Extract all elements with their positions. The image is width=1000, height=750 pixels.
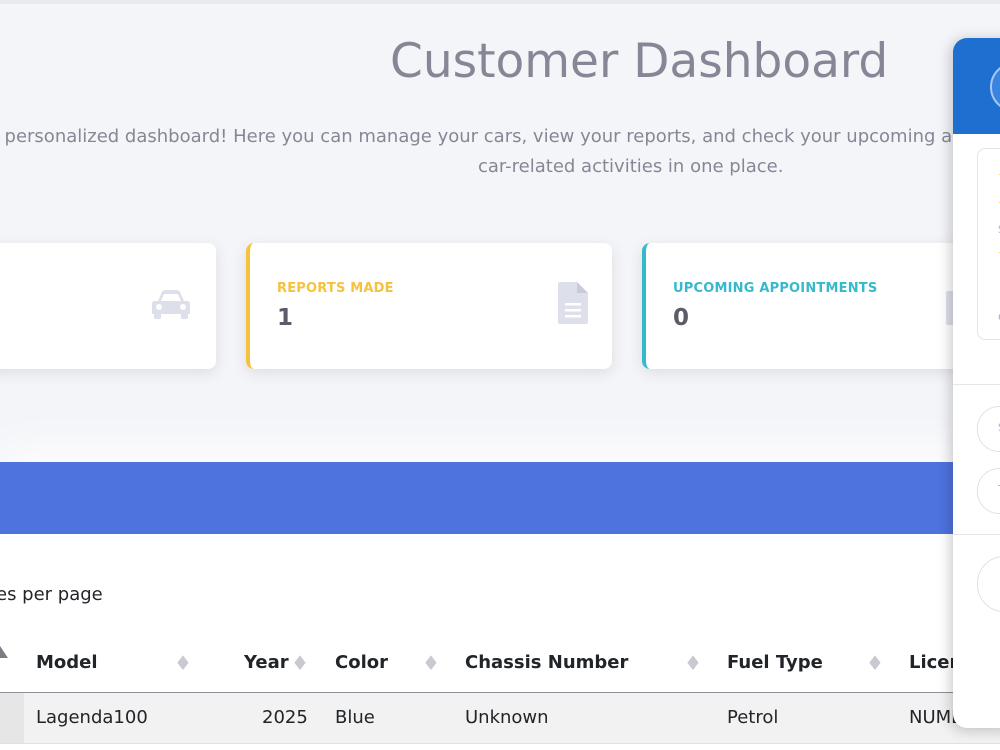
sort-icon[interactable]: ♦ bbox=[174, 653, 192, 673]
dashboard-page: Customer Dashboard ur personalized dashb… bbox=[0, 0, 1000, 750]
column-header-color[interactable]: Color bbox=[335, 652, 388, 673]
cell-year: 2025 bbox=[262, 707, 308, 728]
widget-divider bbox=[953, 534, 1000, 535]
avatar bbox=[990, 62, 1000, 112]
sort-icon[interactable]: ♦ bbox=[291, 653, 309, 673]
reports-card-value: 1 bbox=[277, 305, 294, 331]
row-select-cell[interactable] bbox=[0, 693, 24, 743]
appointments-card: UPCOMING APPOINTMENTS 0 bbox=[642, 243, 982, 369]
page-subtitle-line1: ur personalized dashboard! Here you can … bbox=[0, 126, 960, 147]
cell-fuel-type: Petrol bbox=[727, 707, 779, 728]
subtitle-line1-text: ur personalized dashboard! Here you can … bbox=[0, 126, 960, 147]
chat-message-card: ★ ★ S ★ O bbox=[977, 148, 1000, 340]
appointments-card-label: UPCOMING APPOINTMENTS bbox=[673, 281, 878, 296]
sort-icon[interactable]: ♦ bbox=[422, 653, 440, 673]
column-header-chassis-number[interactable]: Chassis Number bbox=[465, 652, 628, 673]
reports-card-label: REPORTS MADE bbox=[277, 281, 394, 296]
appointments-card-value: 0 bbox=[673, 305, 690, 331]
column-header-year[interactable]: Year bbox=[244, 652, 289, 673]
cars-card bbox=[0, 243, 216, 369]
cell-model: Lagenda100 bbox=[36, 707, 148, 728]
quick-reply-button[interactable]: S bbox=[977, 406, 1000, 452]
chat-widget-panel[interactable]: ★ ★ S ★ O S T bbox=[953, 38, 1000, 728]
widget-divider bbox=[953, 384, 1000, 385]
file-icon bbox=[558, 282, 588, 324]
chat-widget-header bbox=[953, 38, 1000, 134]
entries-per-page-label: es per page bbox=[0, 584, 103, 605]
page-title: Customer Dashboard bbox=[390, 34, 889, 89]
car-icon bbox=[152, 290, 190, 319]
table-header: Model ♦ Year ♦ Color ♦ Chassis Number ♦ … bbox=[0, 640, 1000, 693]
column-header-fuel-type[interactable]: Fuel Type bbox=[727, 652, 823, 673]
cars-section-header bbox=[0, 462, 1000, 534]
reports-card: REPORTS MADE 1 bbox=[246, 243, 612, 369]
table-row[interactable]: Lagenda100 2025 Blue Unknown Petrol NUMB bbox=[0, 693, 1000, 743]
quick-reply-button[interactable]: T bbox=[977, 468, 1000, 514]
page-subtitle-line2: car-related activities in one place. bbox=[478, 156, 784, 177]
chat-message-input[interactable] bbox=[977, 556, 1000, 612]
top-border bbox=[0, 0, 1000, 4]
sort-icon[interactable]: ♦ bbox=[866, 653, 884, 673]
cell-color: Blue bbox=[335, 707, 375, 728]
sort-icon[interactable]: ♦ bbox=[684, 653, 702, 673]
table-row-divider bbox=[0, 743, 1000, 750]
column-header-model[interactable]: Model bbox=[36, 652, 98, 673]
cell-chassis-number: Unknown bbox=[465, 707, 549, 728]
